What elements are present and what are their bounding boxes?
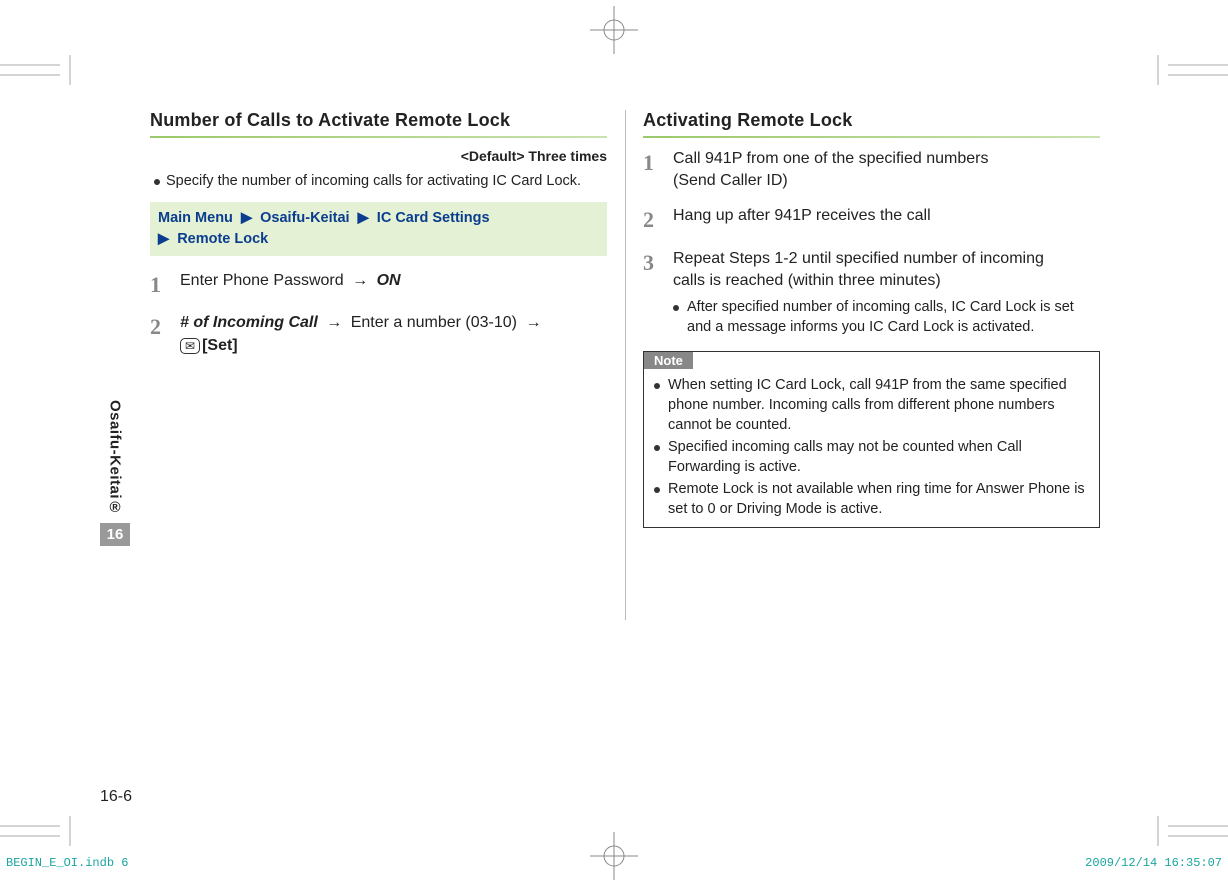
intro-bullet-text: Specify the number of incoming calls for… — [166, 172, 581, 192]
heading-underline — [643, 136, 1100, 138]
step1-on: ON — [377, 272, 401, 289]
right-step-2: 2 Hang up after 941P receives the call — [643, 205, 1100, 236]
default-value-line: <Default> Three times — [150, 148, 607, 164]
step-number: 1 — [150, 270, 166, 301]
bullet-icon — [673, 305, 679, 311]
left-column: Number of Calls to Activate Remote Lock … — [150, 110, 625, 770]
step-body: Repeat Steps 1-2 until specified number … — [673, 248, 1100, 293]
r-step3-line2: calls is reached (within three minutes) — [673, 272, 941, 289]
note-label: Note — [644, 352, 693, 369]
bullet-icon — [654, 487, 660, 493]
note-item: When setting IC Card Lock, call 941P fro… — [654, 376, 1089, 435]
step2-mid: Enter a number (03-10) — [351, 314, 517, 331]
bullet-icon — [654, 445, 660, 451]
step-body: Enter Phone Password → ON — [180, 270, 607, 301]
note-item: Remote Lock is not available when ring t… — [654, 480, 1089, 519]
footer-right: 2009/12/14 16:35:07 — [1085, 856, 1222, 870]
left-heading: Number of Calls to Activate Remote Lock — [150, 110, 607, 131]
mail-key-icon: ✉ — [180, 338, 200, 354]
nav-sep-icon: ▶ — [158, 231, 169, 247]
side-chapter-number: 16 — [100, 523, 130, 546]
right-heading: Activating Remote Lock — [643, 110, 1100, 131]
left-step-1: 1 Enter Phone Password → ON — [150, 270, 607, 301]
step-number: 3 — [643, 248, 659, 293]
step-number: 2 — [643, 205, 659, 236]
sub-bullet-text: After specified number of incoming calls… — [687, 298, 1100, 337]
note-text: Specified incoming calls may not be coun… — [668, 438, 1089, 477]
side-chapter-label: Osaifu-Keitai® — [107, 400, 124, 517]
right-column: Activating Remote Lock 1 Call 941P from … — [625, 110, 1100, 770]
right-step-1: 1 Call 941P from one of the specified nu… — [643, 148, 1100, 193]
step-number: 1 — [643, 148, 659, 193]
step-number: 2 — [150, 312, 166, 357]
side-chapter-tab: Osaifu-Keitai® 16 — [100, 400, 130, 546]
nav-sep-icon: ▶ — [241, 210, 252, 226]
r-step1-line1: Call 941P from one of the specified numb… — [673, 150, 988, 167]
footer-left: BEGIN_E_OI.indb 6 — [6, 856, 128, 870]
intro-bullet: Specify the number of incoming calls for… — [154, 172, 607, 192]
step2-set: [Set] — [202, 337, 238, 354]
bullet-icon — [654, 383, 660, 389]
step-body: # of Incoming Call → Enter a number (03-… — [180, 312, 607, 357]
nav-seg-4: Remote Lock — [177, 231, 268, 247]
nav-seg-3: IC Card Settings — [377, 210, 490, 226]
note-item: Specified incoming calls may not be coun… — [654, 438, 1089, 477]
note-text: Remote Lock is not available when ring t… — [668, 480, 1089, 519]
arrow-icon: → — [352, 272, 368, 289]
heading-underline — [150, 136, 607, 138]
r-step3-line1: Repeat Steps 1-2 until specified number … — [673, 250, 1044, 267]
nav-sep-icon: ▶ — [358, 210, 369, 226]
step2-option: # of Incoming Call — [180, 314, 318, 331]
r-step1-line2: (Send Caller ID) — [673, 172, 788, 189]
nav-seg-1: Main Menu — [158, 210, 233, 226]
arrow-icon: → — [326, 314, 342, 331]
nav-seg-2: Osaifu-Keitai — [260, 210, 349, 226]
note-text: When setting IC Card Lock, call 941P fro… — [668, 376, 1089, 435]
arrow-icon: → — [525, 314, 541, 331]
page-content: Number of Calls to Activate Remote Lock … — [150, 110, 1100, 770]
step-body: Call 941P from one of the specified numb… — [673, 148, 1100, 193]
left-step-2: 2 # of Incoming Call → Enter a number (0… — [150, 312, 607, 357]
bullet-icon — [154, 179, 160, 185]
page-number: 16-6 — [100, 788, 132, 806]
right-step-3: 3 Repeat Steps 1-2 until specified numbe… — [643, 248, 1100, 293]
column-divider — [625, 110, 626, 620]
note-box: Note When setting IC Card Lock, call 941… — [643, 351, 1100, 528]
sub-bullet: After specified number of incoming calls… — [673, 298, 1100, 337]
step-body: Hang up after 941P receives the call — [673, 205, 1100, 236]
step1-pre: Enter Phone Password — [180, 272, 344, 289]
menu-path-bar: Main Menu ▶ Osaifu-Keitai ▶ IC Card Sett… — [150, 202, 607, 256]
